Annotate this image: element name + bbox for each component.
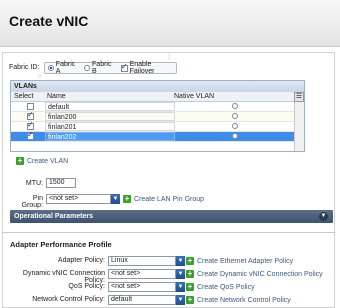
column-chooser-icon[interactable]: ☰ <box>294 92 304 102</box>
plus-icon: + <box>16 156 24 165</box>
qos-policy-select[interactable]: <not set> <box>108 282 176 292</box>
create-dynamic-vnic-link[interactable]: + Create Dynamic vNIC Connection Policy <box>186 270 323 278</box>
native-vlan-radio[interactable] <box>232 103 238 109</box>
plus-icon: + <box>186 282 194 291</box>
network-control-policy-label: Network Control Policy: <box>32 296 105 303</box>
create-network-control-policy-label: Create Network Control Policy <box>197 296 291 304</box>
adapter-policy-label: Adapter Policy: <box>57 257 105 264</box>
expand-icon[interactable]: ▼ <box>319 212 328 221</box>
create-qos-policy-link[interactable]: + Create QoS Policy <box>186 283 255 291</box>
create-ethernet-adapter-policy-link[interactable]: + Create Ethernet Adapter Policy <box>186 257 293 265</box>
vlan-table-header: VLANs <box>11 81 304 92</box>
enable-failover-checkbox[interactable] <box>120 62 128 72</box>
enable-failover-label: Enable Failover <box>129 61 155 75</box>
vlan-table: VLANs Select Name Native VLAN ☰ default … <box>10 80 305 152</box>
plus-icon: + <box>186 256 194 265</box>
vlan-name: finlan201 <box>45 122 175 131</box>
create-vlan-label: Create VLAN <box>27 157 69 165</box>
plus-icon: + <box>123 194 131 203</box>
table-row[interactable]: finlan200 <box>11 110 294 122</box>
native-vlan-radio[interactable] <box>232 123 238 129</box>
vlan-name: default <box>45 102 175 111</box>
pin-group-label: Pin Group: <box>21 195 43 209</box>
row-checkbox[interactable] <box>27 120 34 130</box>
fabric-id-label: Fabric ID: <box>9 64 40 71</box>
fabric-a-option[interactable]: Fabric A <box>48 61 80 75</box>
divider <box>2 232 335 233</box>
fabric-a-label: Fabric A <box>55 61 76 75</box>
create-lan-pin-group-label: Create LAN Pin Group <box>134 195 205 203</box>
create-ethernet-adapter-policy-label: Create Ethernet Adapter Policy <box>197 257 294 265</box>
chevron-down-icon[interactable]: ▼ <box>176 282 185 292</box>
col-name[interactable]: Name <box>47 92 66 102</box>
fabric-id-group: Fabric A Fabric B Enable Failover <box>44 61 177 75</box>
dialog-title: Create vNIC <box>9 13 89 29</box>
table-row[interactable]: default <box>11 102 294 112</box>
create-lan-pin-group-link[interactable]: + Create LAN Pin Group <box>123 195 204 203</box>
table-row[interactable]: finlan202 <box>11 130 294 142</box>
enable-failover-option[interactable]: Enable Failover <box>120 61 176 75</box>
vlan-table-scrollbar[interactable] <box>294 102 304 151</box>
row-checkbox[interactable] <box>27 130 34 140</box>
create-qos-policy-label: Create QoS Policy <box>197 283 255 291</box>
mtu-input[interactable]: 1500 <box>46 178 76 188</box>
col-select[interactable]: Select <box>14 92 33 102</box>
chevron-down-icon[interactable]: ▼ <box>176 256 185 266</box>
vlan-name: finlan200 <box>45 112 175 121</box>
native-vlan-radio[interactable] <box>232 113 238 119</box>
native-vlan-radio[interactable] <box>232 133 238 139</box>
adapter-policy-select[interactable]: Linux <box>108 256 176 266</box>
col-native-vlan[interactable]: Native VLAN <box>174 92 214 102</box>
network-control-policy-select[interactable]: default <box>108 295 176 305</box>
operational-parameters-bar[interactable]: Operational Parameters ▼ <box>10 210 333 223</box>
row-checkbox[interactable] <box>27 110 34 120</box>
create-network-control-policy-link[interactable]: + Create Network Control Policy <box>186 296 291 304</box>
operational-parameters-label: Operational Parameters <box>14 213 93 220</box>
plus-icon: + <box>186 269 194 278</box>
table-row[interactable]: finlan201 <box>11 120 294 132</box>
chevron-down-icon[interactable]: ▼ <box>111 194 120 204</box>
fabric-a-radio[interactable] <box>48 65 54 71</box>
fabric-b-label: Fabric B <box>92 61 112 75</box>
resize-grip[interactable]: ⋮ <box>166 53 172 60</box>
dynamic-vnic-label: Dynamic vNIC Connection Policy: <box>22 270 105 284</box>
qos-policy-label: QoS Policy: <box>68 283 105 290</box>
fabric-b-option[interactable]: Fabric B <box>84 61 117 75</box>
dynamic-vnic-select[interactable]: <not set> <box>108 269 176 279</box>
mtu-label: MTU: <box>25 180 43 187</box>
vlan-column-headers: Select Name Native VLAN <box>11 92 304 102</box>
create-vlan-link[interactable]: + Create VLAN <box>16 157 68 165</box>
create-dynamic-vnic-label: Create Dynamic vNIC Connection Policy <box>197 270 323 278</box>
pin-group-select[interactable]: <not set> <box>46 194 111 204</box>
plus-icon: + <box>186 295 194 304</box>
chevron-down-icon[interactable]: ▼ <box>176 269 185 279</box>
fabric-b-radio[interactable] <box>84 65 91 71</box>
row-checkbox[interactable] <box>27 103 34 110</box>
chevron-down-icon[interactable]: ▼ <box>176 295 185 305</box>
adapter-profile-title: Adapter Performance Profile <box>10 240 112 249</box>
vlan-name: finlan202 <box>45 132 175 141</box>
